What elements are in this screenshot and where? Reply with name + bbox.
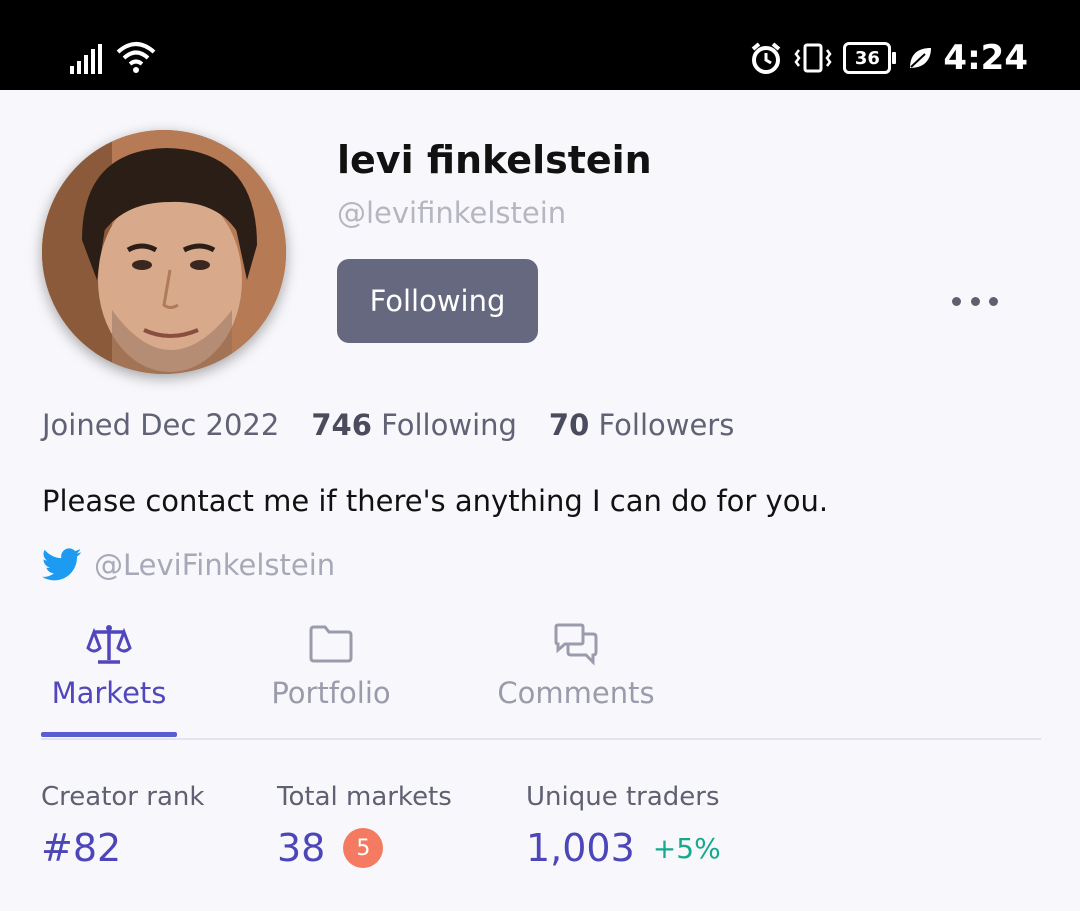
following-label: Following xyxy=(381,408,517,442)
twitter-link[interactable]: @LeviFinkelstein xyxy=(42,548,335,582)
battery-level: 36 xyxy=(854,47,880,69)
leaf-icon xyxy=(910,48,932,68)
vibrate-icon xyxy=(794,43,832,73)
profile-bio: Please contact me if there's anything I … xyxy=(42,484,829,518)
creator-rank-metric: Creator rank #82 xyxy=(41,782,204,870)
creator-rank-label: Creator rank xyxy=(41,782,205,812)
tab-markets[interactable]: Markets xyxy=(41,612,177,710)
avatar-portrait xyxy=(42,130,286,374)
following-count: 746 xyxy=(311,408,372,442)
wifi-icon xyxy=(116,42,156,73)
profile-handle: @levifinkelstein xyxy=(337,196,567,230)
tab-markets-label: Markets xyxy=(51,676,167,710)
tab-comments-label: Comments xyxy=(497,676,655,710)
more-dot xyxy=(970,296,980,306)
unique-traders-value: 1,003 xyxy=(526,826,635,870)
followers-label: Followers xyxy=(598,408,735,442)
battery-icon: 36 xyxy=(843,42,897,74)
joined-date: Joined Dec 2022 xyxy=(42,408,280,442)
more-dot xyxy=(989,296,998,306)
creator-rank-value: #82 xyxy=(41,826,122,870)
unique-traders-delta: +5% xyxy=(652,831,721,865)
profile-name: levi finkelstein xyxy=(337,138,652,182)
status-time: 4:24 xyxy=(943,38,1028,78)
active-tab-indicator xyxy=(41,732,177,737)
followers-count: 70 xyxy=(548,408,590,442)
status-left xyxy=(70,40,156,74)
following-button[interactable]: Following xyxy=(337,259,538,343)
following-link[interactable]: 746 Following xyxy=(311,408,517,442)
twitter-bird-icon xyxy=(42,548,82,581)
chat-bubbles-icon xyxy=(554,623,598,666)
signal-icon xyxy=(70,44,102,74)
twitter-handle: @LeviFinkelstein xyxy=(94,548,336,582)
unique-traders-metric: Unique traders 1,003 +5% xyxy=(526,782,721,870)
status-right: 36 4:24 xyxy=(749,38,1028,78)
more-options-button[interactable] xyxy=(952,288,998,314)
new-markets-badge: 5 xyxy=(343,828,384,868)
more-dot xyxy=(952,296,961,306)
alarm-icon xyxy=(752,42,781,74)
total-markets-metric: Total markets 38 5 xyxy=(277,782,452,870)
scale-icon xyxy=(86,625,132,664)
total-markets-value: 38 xyxy=(277,826,326,870)
tab-portfolio-label: Portfolio xyxy=(271,676,391,710)
folder-icon xyxy=(309,625,353,663)
profile-stats: Joined Dec 2022 746 Following 70 Followe… xyxy=(42,408,734,442)
followers-link[interactable]: 70 Followers xyxy=(549,408,734,442)
avatar xyxy=(42,130,286,374)
unique-traders-label: Unique traders xyxy=(526,782,720,812)
tab-comments[interactable]: Comments xyxy=(496,612,656,710)
tab-portfolio[interactable]: Portfolio xyxy=(269,612,393,710)
profile-tabs: Markets Portfolio Comments xyxy=(41,612,1041,740)
total-markets-label: Total markets xyxy=(277,782,452,812)
status-bar: 36 4:24 xyxy=(0,0,1080,90)
